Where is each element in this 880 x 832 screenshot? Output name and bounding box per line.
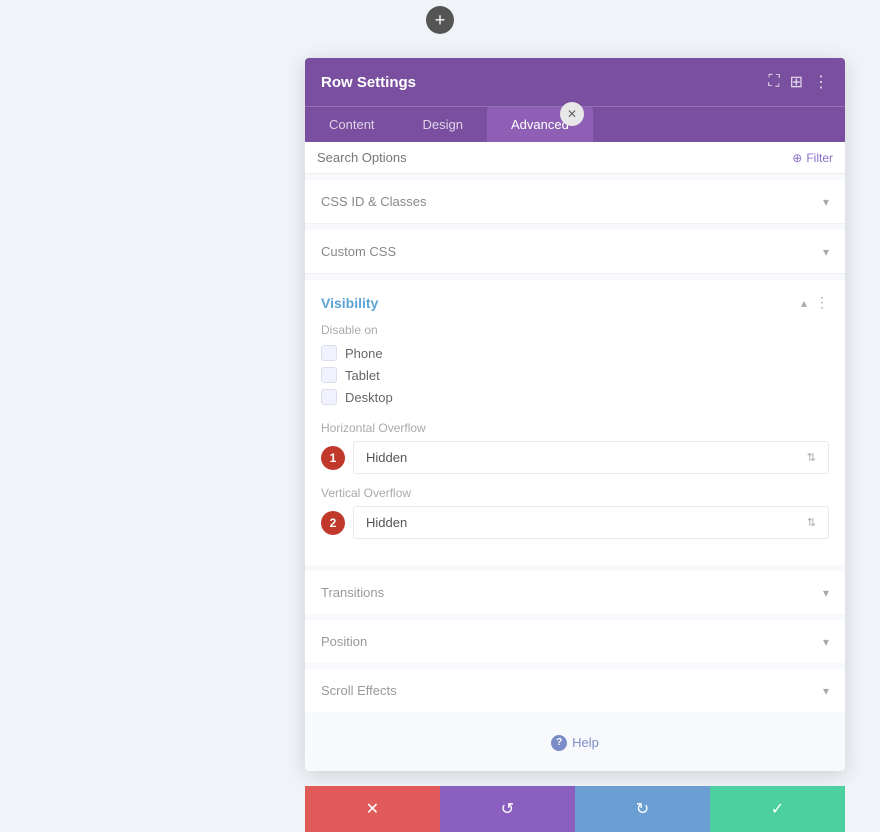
- horizontal-overflow-select[interactable]: Hidden ⇅: [353, 441, 829, 474]
- tablet-checkbox[interactable]: [321, 367, 337, 383]
- visibility-header: Visibility ▴ ⋮: [321, 294, 829, 311]
- select-arrow-icon: ⇅: [807, 516, 816, 529]
- step-2-badge: 2: [321, 511, 345, 535]
- help-icon: ?: [551, 735, 567, 751]
- chevron-down-icon: ▾: [823, 635, 829, 649]
- filter-icon: ⊕: [792, 151, 802, 165]
- vertical-overflow-group: Vertical Overflow 2 Hidden ⇅: [321, 486, 829, 539]
- horizontal-overflow-group: Horizontal Overflow 1 Hidden ⇅: [321, 421, 829, 474]
- close-panel-button[interactable]: ✕: [560, 102, 584, 126]
- step-1-badge: 1: [321, 446, 345, 470]
- cancel-icon: ✕: [366, 799, 379, 819]
- position-label: Position: [321, 634, 367, 649]
- panel-header: Row Settings ⛶ ⊞ ⋮: [305, 58, 845, 106]
- panel-title: Row Settings: [321, 74, 416, 91]
- checkbox-tablet: Tablet: [321, 367, 829, 383]
- fullscreen-icon[interactable]: ⛶: [768, 73, 779, 91]
- help-link[interactable]: ? Help: [551, 735, 599, 751]
- transitions-section[interactable]: Transitions ▾: [305, 571, 845, 614]
- redo-button[interactable]: ↻: [575, 786, 710, 832]
- desktop-label: Desktop: [345, 390, 393, 405]
- desktop-checkbox[interactable]: [321, 389, 337, 405]
- disable-on-label: Disable on: [321, 323, 829, 337]
- chevron-down-icon: ▾: [823, 586, 829, 600]
- chevron-down-icon: ▾: [823, 245, 829, 259]
- tab-content[interactable]: Content: [305, 107, 399, 142]
- bottom-toolbar: ✕ ↺ ↻ ✓: [305, 786, 845, 832]
- transitions-label: Transitions: [321, 585, 384, 600]
- redo-icon: ↻: [636, 799, 649, 819]
- horizontal-overflow-label: Horizontal Overflow: [321, 421, 829, 435]
- position-section[interactable]: Position ▾: [305, 620, 845, 663]
- visibility-more-icon[interactable]: ⋮: [815, 294, 829, 311]
- scroll-effects-section[interactable]: Scroll Effects ▾: [305, 669, 845, 712]
- horizontal-overflow-row: 1 Hidden ⇅: [321, 441, 829, 474]
- search-input[interactable]: [317, 150, 792, 165]
- plus-icon: +: [435, 11, 446, 29]
- visibility-section: Visibility ▴ ⋮ Disable on Phone Tablet: [305, 280, 845, 565]
- phone-checkbox[interactable]: [321, 345, 337, 361]
- close-icon: ✕: [567, 107, 577, 121]
- reset-icon: ↺: [501, 799, 514, 819]
- checkbox-phone: Phone: [321, 345, 829, 361]
- vertical-overflow-label: Vertical Overflow: [321, 486, 829, 500]
- more-options-icon[interactable]: ⋮: [813, 72, 829, 92]
- help-row: ? Help: [305, 712, 845, 771]
- save-icon: ✓: [771, 799, 784, 819]
- cancel-button[interactable]: ✕: [305, 786, 440, 832]
- chevron-down-icon: ▾: [823, 684, 829, 698]
- header-icons: ⛶ ⊞ ⋮: [768, 72, 829, 92]
- visibility-title: Visibility: [321, 295, 378, 311]
- phone-label: Phone: [345, 346, 383, 361]
- vertical-overflow-select[interactable]: Hidden ⇅: [353, 506, 829, 539]
- add-section-button[interactable]: +: [426, 6, 454, 34]
- chevron-up-icon[interactable]: ▴: [801, 296, 807, 310]
- reset-button[interactable]: ↺: [440, 786, 575, 832]
- select-arrow-icon: ⇅: [807, 451, 816, 464]
- filter-button[interactable]: ⊕ Filter: [792, 151, 833, 165]
- scroll-effects-label: Scroll Effects: [321, 683, 397, 698]
- vertical-overflow-row: 2 Hidden ⇅: [321, 506, 829, 539]
- checkbox-desktop: Desktop: [321, 389, 829, 405]
- visibility-controls: ▴ ⋮: [801, 294, 829, 311]
- checkbox-group: Phone Tablet Desktop: [321, 345, 829, 405]
- tablet-label: Tablet: [345, 368, 380, 383]
- save-button[interactable]: ✓: [710, 786, 845, 832]
- tab-design[interactable]: Design: [399, 107, 487, 142]
- panel-body: ⊕ Filter CSS ID & Classes ▾ Custom CSS ▾…: [305, 142, 845, 771]
- help-label: Help: [572, 735, 599, 750]
- css-id-section[interactable]: CSS ID & Classes ▾: [305, 180, 845, 224]
- row-settings-panel: Row Settings ⛶ ⊞ ⋮ Content Design Advanc…: [305, 58, 845, 771]
- css-id-label: CSS ID & Classes: [321, 194, 426, 209]
- chevron-down-icon: ▾: [823, 195, 829, 209]
- search-bar: ⊕ Filter: [305, 142, 845, 174]
- custom-css-section[interactable]: Custom CSS ▾: [305, 230, 845, 274]
- custom-css-label: Custom CSS: [321, 244, 396, 259]
- columns-icon[interactable]: ⊞: [790, 72, 803, 92]
